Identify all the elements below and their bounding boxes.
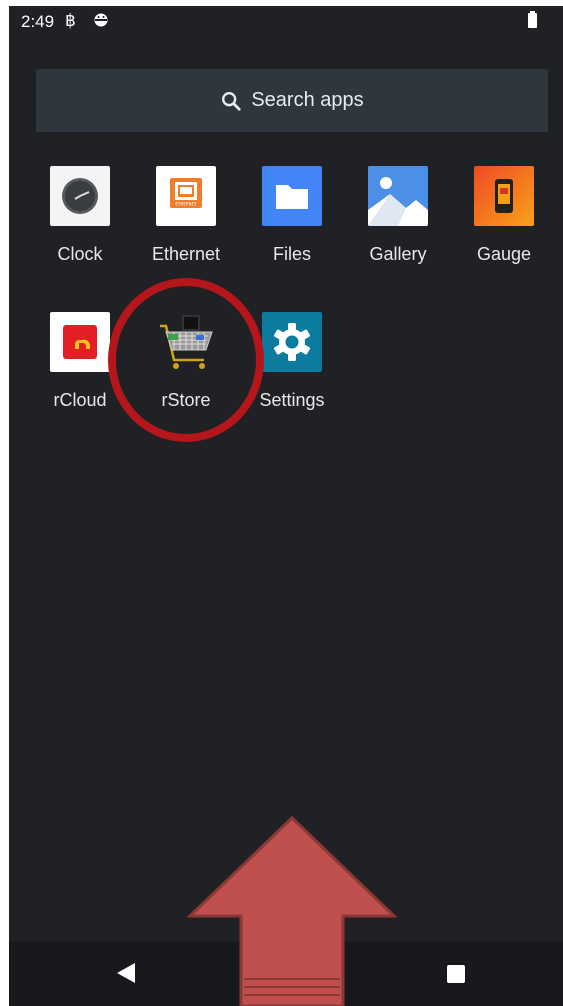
search-placeholder: Search apps — [251, 89, 364, 111]
notification-icon: ฿ — [65, 11, 76, 30]
status-bar: 2:49 ฿ — [9, 6, 563, 40]
app-label-files: Files — [272, 244, 311, 264]
app-ethernet[interactable]: ETHERNET Ethernet — [133, 166, 239, 276]
ethernet-icon-text: ETHERNET — [175, 202, 197, 207]
app-files[interactable]: Files — [239, 166, 345, 276]
battery-icon — [528, 11, 537, 28]
clock-icon — [50, 166, 110, 226]
app-label-gauge: Gauge — [476, 244, 532, 264]
app-label-clock: Clock — [57, 244, 103, 264]
search-apps-bar[interactable]: Search apps — [36, 69, 548, 132]
swipe-up-arrow-annotation — [187, 815, 397, 1006]
status-time: 2:49 — [21, 12, 55, 31]
gear-icon — [262, 312, 322, 372]
search-icon — [222, 91, 241, 111]
android-robot-icon — [94, 13, 108, 27]
app-label-ethernet: Ethernet — [151, 244, 221, 264]
ethernet-icon: ETHERNET — [156, 166, 216, 226]
recent-apps-icon[interactable] — [447, 965, 465, 983]
folder-icon — [262, 166, 322, 226]
rcloud-icon — [50, 312, 110, 372]
app-label-gallery: Gallery — [369, 244, 427, 264]
gallery-icon — [368, 166, 428, 226]
back-icon[interactable] — [117, 963, 135, 983]
app-gauge[interactable]: Gauge — [451, 166, 557, 276]
highlight-circle-annotation — [108, 278, 264, 442]
gauge-icon — [474, 166, 534, 226]
app-clock[interactable]: Clock — [27, 166, 133, 276]
app-gallery[interactable]: Gallery — [345, 166, 451, 276]
